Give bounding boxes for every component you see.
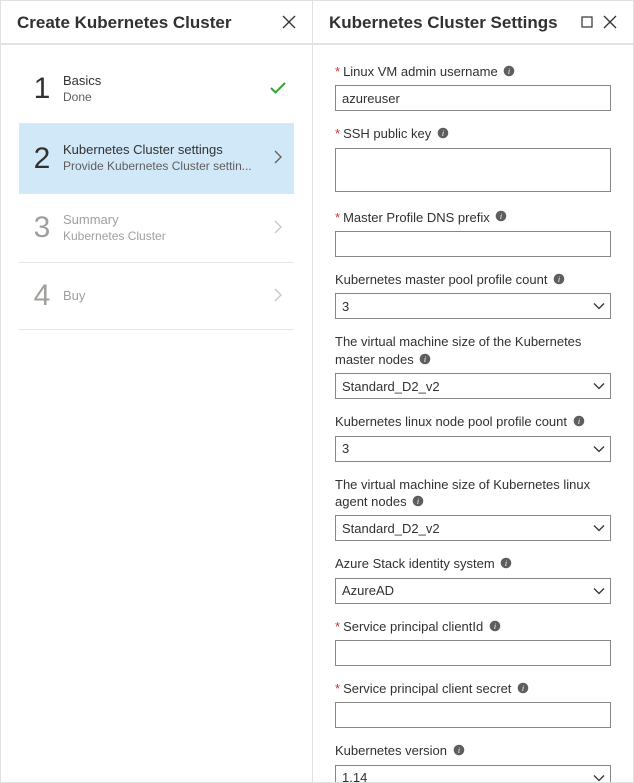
field-master-size: The virtual machine size of the Kubernet… bbox=[335, 333, 611, 399]
dns-prefix-input[interactable] bbox=[335, 231, 611, 257]
info-icon[interactable]: i bbox=[495, 209, 507, 227]
svg-text:i: i bbox=[578, 417, 580, 426]
svg-text:i: i bbox=[500, 212, 502, 221]
info-icon[interactable]: i bbox=[489, 619, 501, 637]
step-number: 3 bbox=[25, 213, 59, 243]
field-node-count: Kubernetes linux node pool profile count… bbox=[335, 413, 611, 461]
info-icon[interactable]: i bbox=[503, 64, 515, 82]
step-number: 1 bbox=[25, 74, 59, 104]
settings-panel: Kubernetes Cluster Settings *Linux VM ad… bbox=[313, 1, 633, 782]
step-title: Summary bbox=[63, 212, 268, 229]
field-label: Azure Stack identity system i bbox=[335, 555, 611, 573]
field-label: *Master Profile DNS prefix i bbox=[335, 209, 611, 227]
field-label: Kubernetes master pool profile count i bbox=[335, 271, 611, 289]
field-k8s-version: Kubernetes version i 1.14 bbox=[335, 742, 611, 782]
linux-username-input[interactable] bbox=[335, 85, 611, 111]
field-label: *Linux VM admin username i bbox=[335, 63, 611, 81]
ssh-key-input[interactable] bbox=[335, 148, 611, 192]
field-label: *SSH public key i bbox=[335, 125, 611, 143]
identity-system-select[interactable]: AzureAD bbox=[335, 578, 611, 604]
step-summary[interactable]: 3 Summary Kubernetes Cluster bbox=[19, 194, 294, 263]
field-master-count: Kubernetes master pool profile count i 3 bbox=[335, 271, 611, 319]
wizard-steps: 1 Basics Done 2 Kubernetes Cluster setti… bbox=[1, 45, 312, 330]
svg-text:i: i bbox=[417, 497, 419, 506]
svg-text:i: i bbox=[494, 622, 496, 631]
info-icon[interactable]: i bbox=[437, 126, 449, 144]
svg-text:i: i bbox=[522, 684, 524, 693]
required-icon: * bbox=[335, 126, 340, 141]
wizard-panel: Create Kubernetes Cluster 1 Basics Done … bbox=[1, 1, 313, 782]
info-icon[interactable]: i bbox=[419, 352, 431, 370]
field-label: Kubernetes version i bbox=[335, 742, 611, 760]
settings-header: Kubernetes Cluster Settings bbox=[313, 1, 633, 45]
step-title: Kubernetes Cluster settings bbox=[63, 142, 268, 159]
chevron-right-icon bbox=[274, 288, 282, 305]
field-sp-secret: *Service principal client secret i bbox=[335, 680, 611, 728]
field-label: *Service principal client secret i bbox=[335, 680, 611, 698]
field-node-size: The virtual machine size of Kubernetes l… bbox=[335, 476, 611, 542]
info-icon[interactable]: i bbox=[453, 743, 465, 761]
master-count-select[interactable]: 3 bbox=[335, 293, 611, 319]
info-icon[interactable]: i bbox=[412, 494, 424, 512]
wizard-header: Create Kubernetes Cluster bbox=[1, 1, 312, 45]
svg-text:i: i bbox=[458, 746, 460, 755]
master-size-select[interactable]: Standard_D2_v2 bbox=[335, 373, 611, 399]
svg-text:i: i bbox=[558, 275, 560, 284]
info-icon[interactable]: i bbox=[573, 414, 585, 432]
required-icon: * bbox=[335, 64, 340, 79]
sp-secret-input[interactable] bbox=[335, 702, 611, 728]
field-linux-username: *Linux VM admin username i bbox=[335, 63, 611, 111]
field-label: Kubernetes linux node pool profile count… bbox=[335, 413, 611, 431]
info-icon[interactable]: i bbox=[553, 272, 565, 290]
close-icon[interactable] bbox=[603, 15, 617, 32]
svg-text:i: i bbox=[505, 559, 507, 568]
required-icon: * bbox=[335, 619, 340, 634]
step-buy[interactable]: 4 Buy bbox=[19, 263, 294, 330]
settings-title: Kubernetes Cluster Settings bbox=[329, 13, 558, 33]
settings-form: *Linux VM admin username i *SSH public k… bbox=[313, 45, 633, 782]
node-count-select[interactable]: 3 bbox=[335, 436, 611, 462]
step-subtitle: Kubernetes Cluster bbox=[63, 229, 268, 245]
sp-clientid-input[interactable] bbox=[335, 640, 611, 666]
field-ssh-key: *SSH public key i bbox=[335, 125, 611, 194]
field-dns-prefix: *Master Profile DNS prefix i bbox=[335, 209, 611, 257]
required-icon: * bbox=[335, 210, 340, 225]
field-label: *Service principal clientId i bbox=[335, 618, 611, 636]
required-icon: * bbox=[335, 681, 340, 696]
node-size-select[interactable]: Standard_D2_v2 bbox=[335, 515, 611, 541]
field-identity-system: Azure Stack identity system i AzureAD bbox=[335, 555, 611, 603]
step-cluster-settings[interactable]: 2 Kubernetes Cluster settings Provide Ku… bbox=[19, 124, 294, 193]
svg-text:i: i bbox=[442, 129, 444, 138]
step-basics[interactable]: 1 Basics Done bbox=[19, 55, 294, 124]
maximize-icon[interactable] bbox=[581, 16, 593, 31]
info-icon[interactable]: i bbox=[517, 681, 529, 699]
close-icon[interactable] bbox=[282, 15, 296, 32]
step-number: 4 bbox=[25, 281, 59, 311]
wizard-title: Create Kubernetes Cluster bbox=[17, 13, 231, 33]
field-sp-clientid: *Service principal clientId i bbox=[335, 618, 611, 666]
svg-text:i: i bbox=[424, 355, 426, 364]
step-title: Buy bbox=[63, 288, 268, 305]
k8s-version-select[interactable]: 1.14 bbox=[335, 765, 611, 782]
step-title: Basics bbox=[63, 73, 268, 90]
field-label: The virtual machine size of the Kubernet… bbox=[335, 333, 611, 369]
chevron-right-icon bbox=[274, 150, 282, 167]
step-subtitle: Done bbox=[63, 90, 268, 106]
chevron-right-icon bbox=[274, 220, 282, 237]
field-label: The virtual machine size of Kubernetes l… bbox=[335, 476, 611, 512]
svg-text:i: i bbox=[508, 67, 510, 76]
step-number: 2 bbox=[25, 144, 59, 174]
step-subtitle: Provide Kubernetes Cluster settin... bbox=[63, 159, 268, 175]
check-icon bbox=[270, 82, 286, 97]
info-icon[interactable]: i bbox=[500, 556, 512, 574]
